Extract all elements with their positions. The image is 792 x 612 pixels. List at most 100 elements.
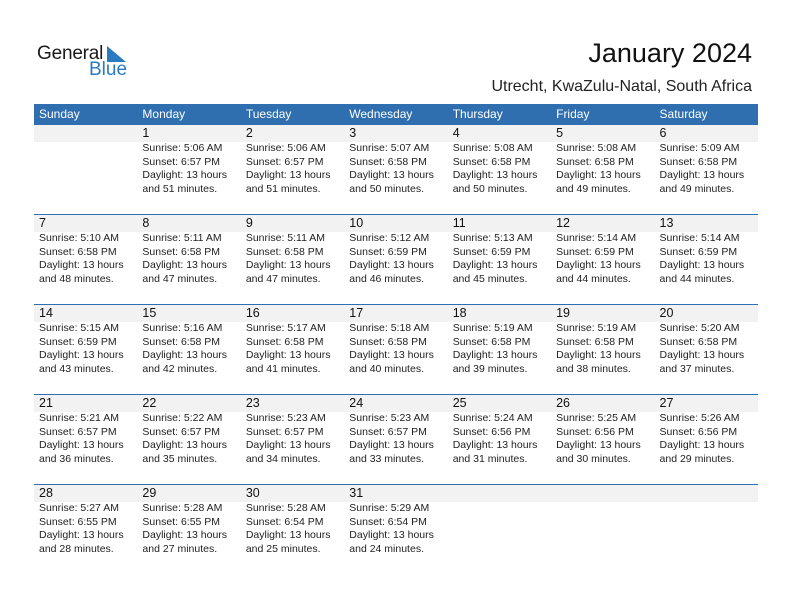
sunset-text: Sunset: 6:59 PM: [349, 245, 427, 258]
weeks-container: 1 2 3 4 5 6 Sunrise: 5:06 AM Sunset: 6:57 PM Day…: [34, 125, 758, 574]
day-number-row: 7 8 9 10 11 12 13: [34, 215, 758, 232]
day-info-row: Sunrise: 5:27 AM Sunset: 6:55 PM Daylight:…: [34, 502, 758, 556]
sunset-text: Sunset: 6:58 PM: [556, 335, 634, 348]
daylight-text: and 44 minutes.: [659, 272, 735, 285]
daylight-text: Daylight: 13 hours: [142, 169, 228, 181]
daylight-text: and 45 minutes.: [452, 272, 528, 285]
empty-day-cell: [448, 502, 551, 556]
weekday-tuesday: Tuesday: [245, 107, 292, 121]
day-number: 13: [659, 216, 674, 230]
day-number: 8: [142, 216, 150, 230]
day-info-row: Sunrise: 5:06 AM Sunset: 6:57 PM Daylight:…: [34, 142, 758, 196]
daylight-text: Daylight: 13 hours: [659, 259, 745, 271]
sunrise-text: Sunrise: 5:07 AM: [349, 142, 430, 154]
sunrise-text: Sunrise: 5:28 AM: [142, 502, 223, 514]
day-number: 21: [39, 396, 53, 410]
sunrise-text: Sunrise: 5:12 AM: [349, 232, 430, 244]
daylight-text: and 41 minutes.: [245, 362, 321, 375]
empty-day-cell: [551, 502, 654, 556]
day-cell: Sunrise: 5:28 AM Sunset: 6:55 PM Daylight:…: [137, 502, 240, 556]
sunset-text: Sunset: 6:59 PM: [39, 335, 117, 348]
day-number: 10: [349, 216, 364, 230]
calendar-week-row: 7 8 9 10 11 12 13 Sunrise: 5:10 AM Sunset: 6:58 …: [34, 214, 758, 304]
sunrise-text: Sunrise: 5:11 AM: [245, 232, 326, 244]
day-cell: Sunrise: 5:16 AM Sunset: 6:58 PM Daylight:…: [137, 322, 240, 376]
day-cell: Sunrise: 5:19 AM Sunset: 6:58 PM Daylight:…: [448, 322, 551, 376]
day-number: 5: [556, 126, 564, 140]
day-number: 6: [659, 126, 667, 140]
empty-day-cell: [34, 142, 137, 196]
day-number: 2: [245, 126, 253, 140]
daylight-text: and 24 minutes.: [349, 542, 424, 555]
sunrise-text: Sunrise: 5:23 AM: [245, 412, 326, 424]
sunrise-text: Sunrise: 5:13 AM: [452, 232, 533, 244]
day-number: 31: [349, 486, 364, 500]
daylight-text: and 46 minutes.: [349, 272, 424, 285]
day-number: 29: [142, 486, 157, 500]
daylight-text: Daylight: 13 hours: [452, 439, 538, 451]
day-cell: Sunrise: 5:22 AM Sunset: 6:57 PM Daylight:…: [137, 412, 240, 466]
sunset-text: Sunset: 6:56 PM: [452, 425, 531, 438]
daylight-text: Daylight: 13 hours: [245, 349, 331, 361]
sunrise-text: Sunrise: 5:24 AM: [452, 412, 533, 424]
day-cell: Sunrise: 5:29 AM Sunset: 6:54 PM Daylight:…: [344, 502, 447, 556]
sunset-text: Sunset: 6:58 PM: [349, 155, 427, 168]
day-number-row: 21 22 23 24 25 26 27: [34, 395, 758, 412]
daylight-text: Daylight: 13 hours: [349, 169, 434, 181]
weekday-wednesday: Wednesday: [349, 107, 413, 121]
daylight-text: and 44 minutes.: [556, 272, 631, 285]
generalblue-logo: General Blue: [37, 43, 137, 83]
day-number: 23: [245, 396, 260, 410]
daylight-text: and 34 minutes.: [245, 452, 321, 465]
sunset-text: Sunset: 6:58 PM: [142, 245, 221, 258]
daylight-text: and 43 minutes.: [39, 362, 114, 375]
sunrise-text: Sunrise: 5:23 AM: [349, 412, 430, 424]
day-cell: Sunrise: 5:14 AM Sunset: 6:59 PM Daylight:…: [551, 232, 654, 286]
day-cell: Sunrise: 5:06 AM Sunset: 6:57 PM Daylight:…: [241, 142, 344, 196]
day-number: 16: [245, 306, 260, 320]
sunrise-text: Sunrise: 5:18 AM: [349, 322, 430, 334]
daylight-text: Daylight: 13 hours: [245, 169, 331, 181]
daylight-text: and 51 minutes.: [142, 182, 218, 195]
sunset-text: Sunset: 6:58 PM: [452, 335, 531, 348]
day-cell: Sunrise: 5:11 AM Sunset: 6:58 PM Daylight:…: [137, 232, 240, 286]
sunset-text: Sunset: 6:59 PM: [556, 245, 634, 258]
day-number: 1: [142, 126, 150, 140]
daylight-text: Daylight: 13 hours: [142, 259, 228, 271]
day-cell: Sunrise: 5:18 AM Sunset: 6:58 PM Daylight:…: [344, 322, 447, 376]
daylight-text: Daylight: 13 hours: [39, 349, 124, 361]
sunset-text: Sunset: 6:56 PM: [659, 425, 738, 438]
day-number: 26: [556, 396, 571, 410]
day-cell: Sunrise: 5:08 AM Sunset: 6:58 PM Daylight:…: [551, 142, 654, 196]
daylight-text: Daylight: 13 hours: [142, 349, 228, 361]
daylight-text: Daylight: 13 hours: [556, 259, 641, 271]
daylight-text: and 48 minutes.: [39, 272, 114, 285]
daylight-text: and 28 minutes.: [39, 542, 114, 555]
sunset-text: Sunset: 6:57 PM: [39, 425, 117, 438]
sunset-text: Sunset: 6:58 PM: [556, 155, 634, 168]
day-number: 20: [659, 306, 674, 320]
sunrise-text: Sunrise: 5:11 AM: [142, 232, 222, 244]
day-info-row: Sunrise: 5:15 AM Sunset: 6:59 PM Daylight:…: [34, 322, 758, 376]
day-number: 18: [452, 306, 467, 320]
daylight-text: Daylight: 13 hours: [349, 259, 434, 271]
daylight-text: and 47 minutes.: [142, 272, 218, 285]
daylight-text: and 29 minutes.: [659, 452, 735, 465]
sunset-text: Sunset: 6:57 PM: [245, 155, 324, 168]
day-cell: Sunrise: 5:27 AM Sunset: 6:55 PM Daylight:…: [34, 502, 137, 556]
sunrise-text: Sunrise: 5:06 AM: [142, 142, 223, 154]
daylight-text: and 42 minutes.: [142, 362, 218, 375]
sunrise-text: Sunrise: 5:25 AM: [556, 412, 637, 424]
daylight-text: Daylight: 13 hours: [245, 259, 331, 271]
day-cell: Sunrise: 5:10 AM Sunset: 6:58 PM Daylight:…: [34, 232, 137, 286]
calendar-week-row: 28 29 30 31 Sunrise: 5:27 AM Sunset: 6:55 PM D…: [34, 484, 758, 574]
sunset-text: Sunset: 6:59 PM: [452, 245, 531, 258]
day-cell: Sunrise: 5:12 AM Sunset: 6:59 PM Daylight:…: [344, 232, 447, 286]
sunset-text: Sunset: 6:54 PM: [349, 515, 427, 528]
day-info-row: Sunrise: 5:10 AM Sunset: 6:58 PM Daylight:…: [34, 232, 758, 286]
day-number: 30: [245, 486, 260, 500]
sunset-text: Sunset: 6:58 PM: [245, 335, 324, 348]
sunrise-text: Sunrise: 5:14 AM: [659, 232, 740, 244]
sunrise-text: Sunrise: 5:21 AM: [39, 412, 119, 424]
day-number: 27: [659, 396, 674, 410]
